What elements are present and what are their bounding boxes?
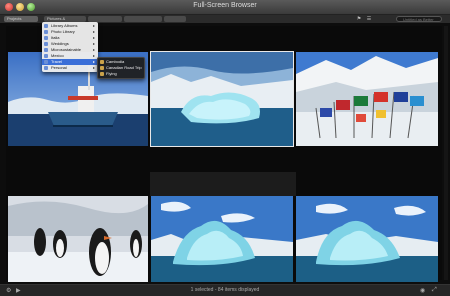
- photo-thumbnail-selected[interactable]: [150, 51, 294, 147]
- flag-icon[interactable]: ⚑: [356, 16, 362, 22]
- project-icon: [100, 60, 104, 64]
- menu-item-label: Library Albums: [51, 23, 78, 28]
- menu-item-label: Weddings: [51, 41, 69, 46]
- status-text: 1 selected - 84 items displayed: [190, 287, 260, 293]
- menu-item-label: Travel: [51, 59, 62, 64]
- submenu-item-label: Canadian Road Trip: [106, 65, 142, 70]
- photo-thumbnail[interactable]: [296, 52, 438, 146]
- album-icon: [44, 30, 48, 34]
- penguins-photo: [8, 196, 148, 282]
- search-input[interactable]: Untitled as Better: [396, 16, 442, 22]
- folder-icon: [44, 54, 48, 58]
- status-bar: ⚙ ▶ 1 selected - 84 items displayed ◉ ⤢: [0, 284, 450, 296]
- vertical-scrollbar[interactable]: [444, 26, 448, 280]
- breadcrumb-projects[interactable]: Projects: [4, 16, 38, 22]
- breadcrumb-item-5[interactable]: [164, 16, 186, 22]
- submenu-item-label: Flying: [106, 71, 117, 76]
- folder-icon: [44, 60, 48, 64]
- submenu-item-label: Cambodia: [106, 59, 125, 64]
- iceberg-photo: [151, 196, 293, 282]
- window-title: Full-Screen Browser: [193, 2, 257, 9]
- breadcrumb-item-4[interactable]: [124, 16, 162, 22]
- iceberg-photo: [151, 52, 293, 146]
- menu-item-label: Photo Library: [51, 29, 75, 34]
- submenu-arrow-icon: ▸: [92, 65, 95, 70]
- folder-icon: [44, 48, 48, 52]
- menu-item-label: Italia: [51, 35, 60, 40]
- folder-icon: [44, 36, 48, 40]
- photo-thumbnail[interactable]: [296, 196, 438, 282]
- album-icon: [44, 24, 48, 28]
- project-icon: [100, 66, 104, 70]
- project-icon: [100, 72, 104, 76]
- menu-item-label: Microsustainable: [51, 47, 82, 52]
- grid-gap: [150, 172, 296, 196]
- travel-submenu: Cambodia Canadian Road Trip Flying: [97, 57, 145, 79]
- photo-thumbnail[interactable]: [151, 196, 293, 282]
- submenu-item-flying[interactable]: Flying: [98, 71, 144, 77]
- fullscreen-browser-window: Full-Screen Browser Projects Pictures & …: [0, 0, 450, 296]
- zoom-slider-icon[interactable]: ◉: [420, 287, 425, 294]
- title-bar: Full-Screen Browser: [0, 0, 450, 15]
- iceberg-photo: [296, 196, 438, 282]
- folder-icon: [44, 42, 48, 46]
- photo-thumbnail[interactable]: [8, 196, 148, 282]
- menu-item-label: Personal: [51, 65, 67, 70]
- flags-photo: [296, 52, 438, 146]
- exit-fullscreen-icon[interactable]: ⤢: [432, 287, 437, 294]
- menu-item-personal[interactable]: Personal ▸: [42, 65, 98, 71]
- menu-item-label: Mexico: [51, 53, 64, 58]
- folder-icon: [44, 66, 48, 70]
- projects-dropdown-menu: Library Albums ▸ Photo Library ▸ Italia ▸ W…: [42, 22, 98, 72]
- sort-icon[interactable]: ☰: [366, 16, 372, 22]
